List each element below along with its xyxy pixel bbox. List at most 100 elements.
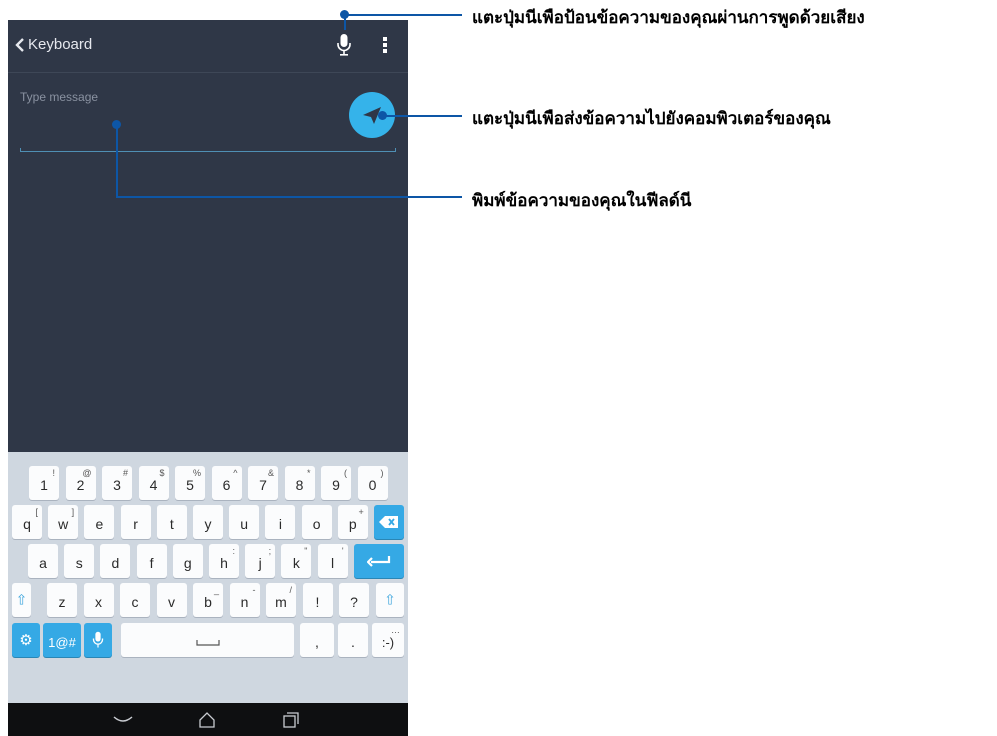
nav-back-icon[interactable] bbox=[113, 715, 133, 725]
letter-key[interactable]: d bbox=[100, 544, 131, 578]
letter-key[interactable]: s bbox=[64, 544, 95, 578]
number-key[interactable]: ^ 6 bbox=[211, 466, 242, 500]
callout-line-field-h bbox=[116, 196, 462, 198]
letter-key[interactable]: r bbox=[120, 505, 151, 539]
letter-key[interactable]: u bbox=[229, 505, 260, 539]
letter-key[interactable]: c bbox=[120, 583, 150, 617]
voice-key[interactable] bbox=[84, 623, 112, 657]
key-label: r bbox=[133, 516, 138, 532]
number-key[interactable]: #3 bbox=[102, 466, 132, 500]
letter-key[interactable]: ] w bbox=[48, 505, 79, 539]
shift-key-right[interactable]: ⇧ bbox=[376, 583, 404, 617]
symbols-key-label: 1@# bbox=[48, 635, 76, 650]
letter-key[interactable]: a bbox=[28, 544, 58, 578]
letter-key[interactable]: -n bbox=[229, 583, 260, 617]
number-key[interactable]: ! 1 bbox=[29, 466, 59, 500]
key-label: 2 bbox=[76, 477, 85, 493]
key-label: 6 bbox=[222, 477, 231, 493]
key-label: q bbox=[23, 516, 31, 532]
key-label: 9 bbox=[332, 477, 340, 493]
comma-key[interactable]: , bbox=[300, 623, 334, 657]
letter-key[interactable]: t bbox=[156, 505, 187, 539]
number-key[interactable]: (9 bbox=[321, 466, 351, 500]
letter-key[interactable]: [q bbox=[12, 505, 42, 539]
letter-key[interactable]: e bbox=[84, 505, 115, 539]
key-label: b bbox=[204, 594, 212, 610]
letter-key[interactable]: i bbox=[265, 505, 296, 539]
shift-icon: ⇧ bbox=[384, 591, 396, 608]
voice-input-button[interactable] bbox=[336, 33, 352, 62]
letter-key[interactable]: g bbox=[172, 544, 203, 578]
backspace-key[interactable] bbox=[374, 505, 404, 539]
key-label: 4 bbox=[149, 477, 158, 493]
key-label: v bbox=[168, 594, 175, 610]
number-key[interactable]: @2 bbox=[65, 466, 96, 500]
message-input[interactable]: Type message bbox=[20, 90, 98, 104]
callout-line-field-v bbox=[116, 124, 118, 198]
letter-key[interactable]: o bbox=[301, 505, 332, 539]
key-label: ? bbox=[350, 594, 358, 610]
action-bar: Keyboard bbox=[8, 20, 408, 73]
period-key[interactable]: . bbox=[338, 623, 368, 657]
navigation-bar bbox=[8, 703, 408, 736]
letter-key[interactable]: + p bbox=[337, 505, 368, 539]
symbols-key[interactable]: 1@# bbox=[43, 623, 81, 657]
backspace-icon bbox=[379, 516, 398, 528]
letter-key[interactable]: ; j bbox=[245, 544, 276, 578]
callout-line-voice-v bbox=[344, 14, 346, 30]
callout-voice-text: แตะปุ่มนีเพือป้อนข้อความของคุณผ่านการพูด… bbox=[472, 8, 865, 27]
on-screen-keyboard: ! 1 @2 #3 $4% 5 ^ 6 & 7 * 8(9) 0 [q] w e r t y u i o + p asdfg… bbox=[8, 452, 408, 703]
key-label: 7 bbox=[259, 477, 267, 493]
key-label: y bbox=[204, 516, 212, 532]
key-label: k bbox=[292, 555, 300, 571]
key-label: o bbox=[312, 516, 321, 532]
back-button[interactable]: Keyboard bbox=[15, 36, 92, 53]
key-label: j bbox=[258, 555, 262, 571]
letter-key[interactable]: z bbox=[47, 583, 77, 617]
key-label: 1 bbox=[40, 477, 48, 493]
space-key[interactable] bbox=[121, 623, 294, 657]
key-label: x bbox=[95, 594, 102, 610]
settings-key[interactable]: ⚙ bbox=[12, 623, 40, 657]
letter-key[interactable]: ' l bbox=[317, 544, 348, 578]
key-label: m bbox=[275, 594, 287, 610]
letter-key[interactable]: :h bbox=[209, 544, 239, 578]
phone-screen: Keyboard Type message ! 1 @2 #3 $4% 5 ^ 6 & 7 * 8(9… bbox=[8, 20, 408, 736]
letter-key[interactable]: y bbox=[193, 505, 223, 539]
period-key-label: . bbox=[351, 634, 355, 650]
nav-recents-icon[interactable] bbox=[282, 711, 300, 729]
comma-key-label: , bbox=[315, 634, 319, 650]
key-label: n bbox=[240, 594, 249, 610]
key-label: i bbox=[278, 516, 282, 532]
number-key[interactable]: * 8 bbox=[284, 466, 315, 500]
shift-key-left[interactable]: ⇧ bbox=[12, 583, 31, 617]
number-key[interactable]: & 7 bbox=[248, 466, 278, 500]
key-label: u bbox=[240, 516, 249, 532]
smiley-key-label: :-) bbox=[381, 635, 395, 650]
chevron-left-icon bbox=[15, 37, 24, 52]
letter-key[interactable]: x bbox=[83, 583, 114, 617]
overflow-menu-button[interactable] bbox=[382, 36, 388, 59]
key-label: a bbox=[39, 555, 47, 571]
shift-icon: ⇧ bbox=[15, 591, 28, 608]
letter-key[interactable]: f bbox=[136, 544, 167, 578]
key-label: t bbox=[169, 516, 174, 532]
letter-key[interactable]: v bbox=[156, 583, 187, 617]
key-label: c bbox=[131, 594, 139, 610]
number-key[interactable]: ) 0 bbox=[357, 466, 388, 500]
letter-key[interactable]: ! bbox=[302, 583, 333, 617]
key-label: 8 bbox=[295, 477, 304, 493]
space-icon bbox=[195, 640, 220, 646]
letter-key[interactable]: / m bbox=[266, 583, 296, 617]
number-key[interactable]: $4 bbox=[138, 466, 169, 500]
enter-icon bbox=[367, 556, 391, 567]
gear-icon: ⚙ bbox=[19, 632, 33, 649]
nav-home-icon[interactable] bbox=[198, 711, 216, 729]
smiley-key[interactable]: … :-) bbox=[372, 623, 404, 657]
letter-key[interactable]: ? bbox=[339, 583, 369, 617]
number-key[interactable]: % 5 bbox=[175, 466, 205, 500]
letter-key[interactable]: " k bbox=[281, 544, 312, 578]
letter-key[interactable]: _ b bbox=[193, 583, 223, 617]
enter-key[interactable] bbox=[354, 544, 404, 578]
key-label: p bbox=[348, 516, 357, 532]
